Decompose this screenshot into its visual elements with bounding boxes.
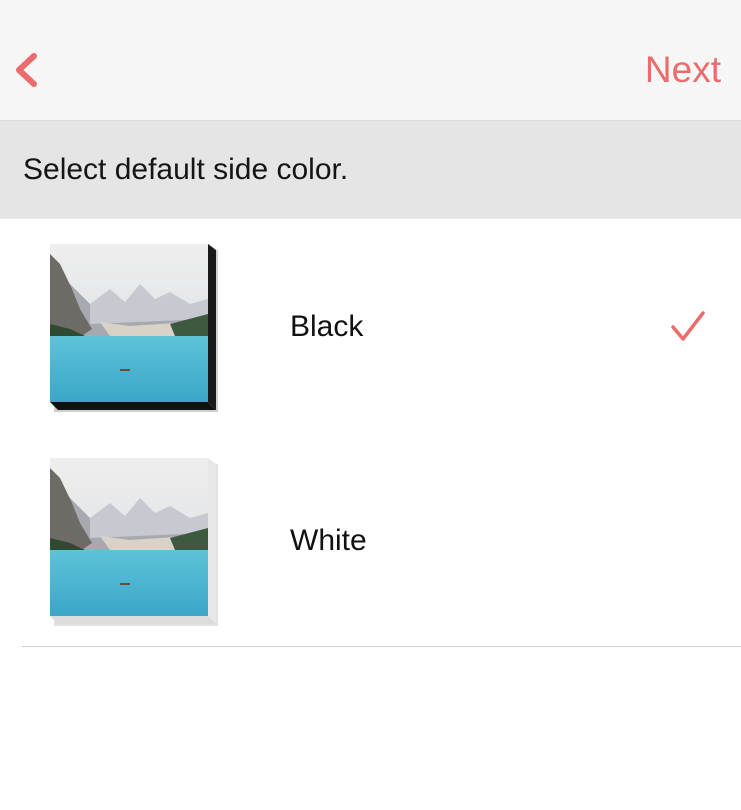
canvas-thumbnail-black [50, 244, 218, 412]
next-button[interactable]: Next [645, 48, 721, 92]
option-label-black: Black [290, 310, 364, 343]
canvas-thumbnail-white [50, 458, 218, 626]
option-row-white[interactable]: White [0, 433, 741, 647]
section-header-text: Select default side color. [23, 153, 349, 186]
divider [22, 646, 741, 647]
navigation-bar: Next [0, 0, 741, 121]
checkmark-icon [670, 308, 706, 344]
option-label-white: White [290, 524, 367, 557]
chevron-left-icon [16, 53, 37, 87]
option-row-black[interactable]: Black [0, 220, 741, 434]
back-button[interactable] [8, 46, 52, 94]
